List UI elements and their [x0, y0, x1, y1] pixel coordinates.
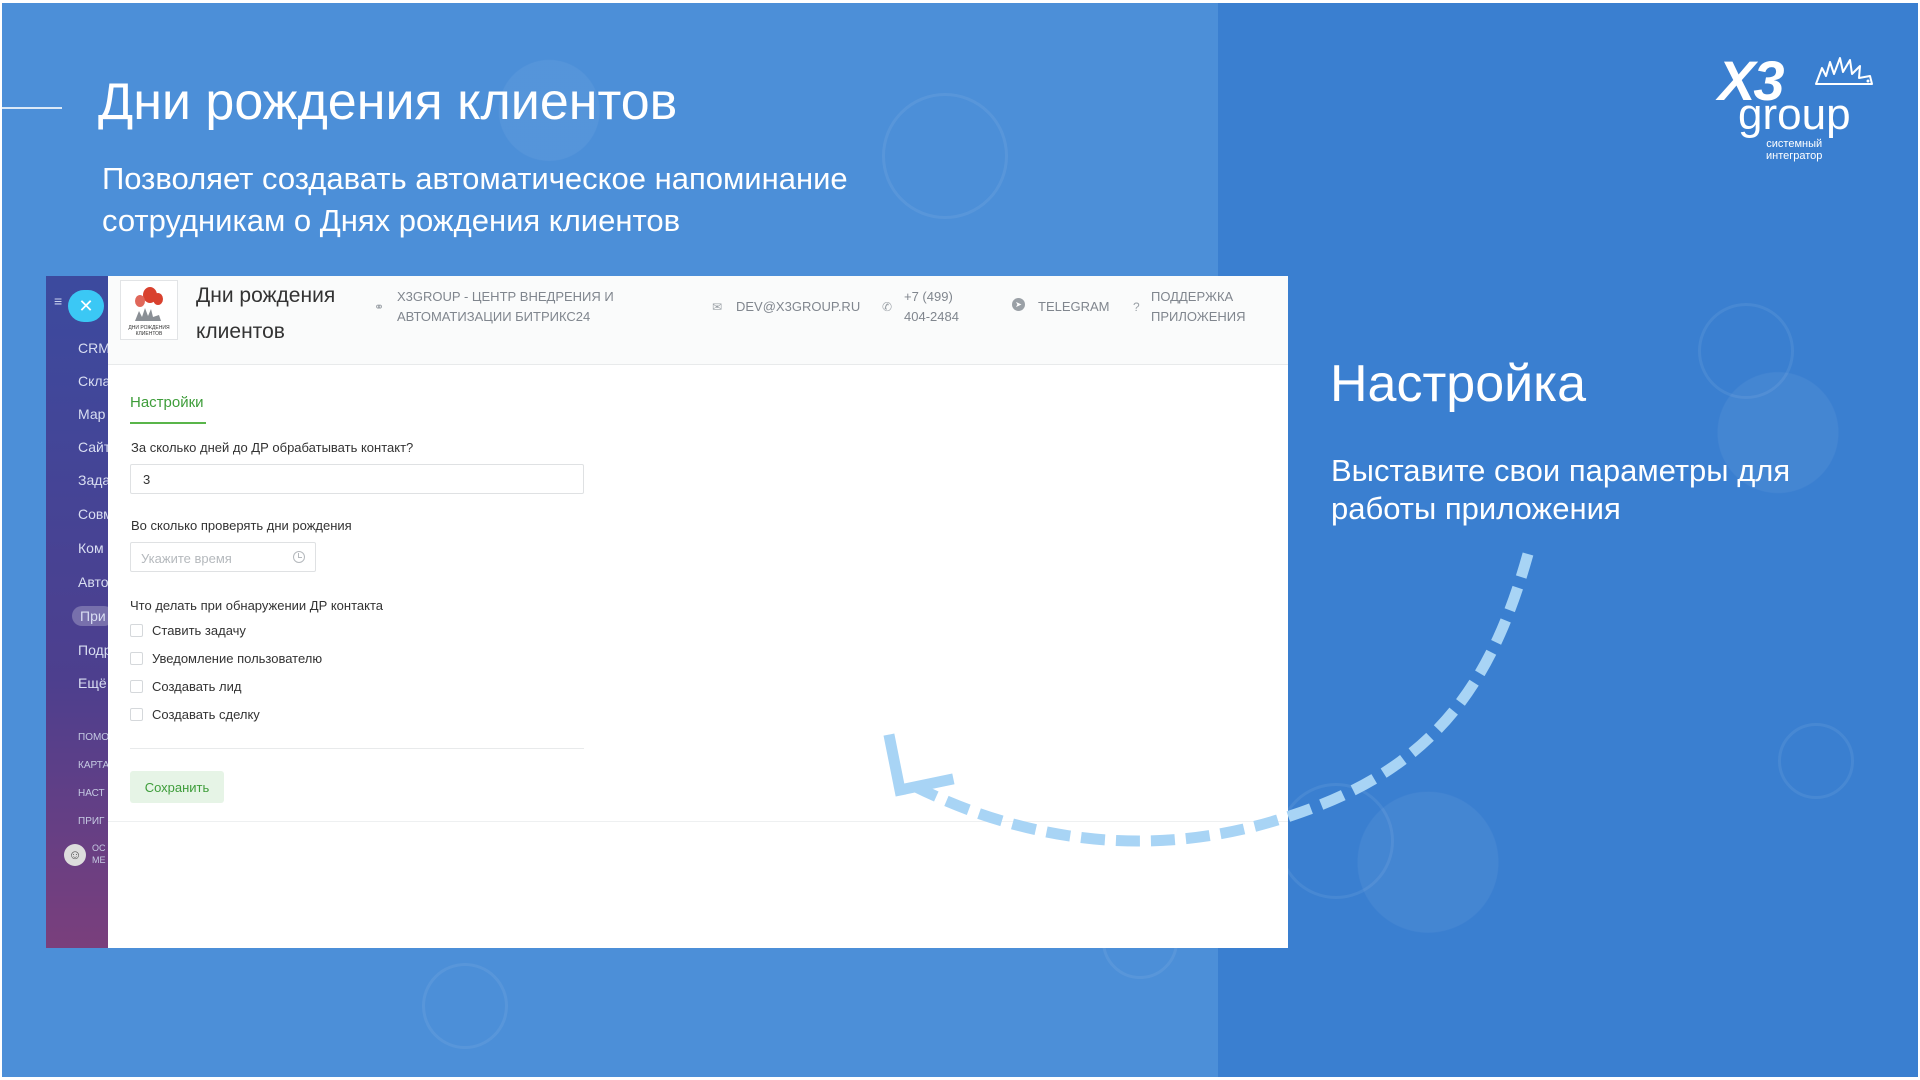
sidebar-item-sites[interactable]: Сайт	[78, 439, 108, 455]
hedgehog-icon	[135, 308, 161, 321]
days-input[interactable]: 3	[130, 464, 584, 494]
sidebar-link-settings[interactable]: НАСТ	[78, 788, 105, 799]
app-name: Дни рождения клиентов	[196, 284, 336, 343]
slide-subtitle: Позволяет создавать автоматическое напом…	[102, 161, 848, 238]
sidebar-item-more[interactable]: Ещё	[78, 675, 107, 691]
sidebar-item-warehouse[interactable]: Скла	[78, 373, 108, 389]
sidebar-item-automation[interactable]: Авто	[78, 574, 108, 590]
days-value: 3	[143, 472, 151, 487]
tab-underline	[130, 422, 206, 424]
logo-wordmark: group	[1738, 90, 1851, 139]
sidebar-user[interactable]: ОС МЕ	[92, 842, 106, 866]
close-icon[interactable]: ✕	[68, 290, 104, 322]
sidebar-item-crm[interactable]: CRM	[78, 340, 108, 356]
logo-caption: системный интегратор	[1766, 138, 1823, 162]
form-divider	[130, 748, 584, 749]
link-icon: ⚭	[374, 300, 385, 314]
sidebar-item-subscription[interactable]: Подр	[78, 642, 108, 658]
checkbox[interactable]	[130, 624, 143, 637]
tab-settings[interactable]: Настройки	[130, 394, 204, 411]
dashed-arrow-icon	[883, 552, 1534, 847]
x3group-logo: X3 group системный интегратор	[1710, 48, 1890, 162]
header-link-email[interactable]: DEV@X3GROUP.RU	[736, 297, 860, 317]
header-link-support[interactable]: ПОДДЕРЖКА ПРИЛОЖЕНИЯ	[1151, 287, 1246, 327]
sidebar-item-collab[interactable]: Совм	[78, 506, 108, 522]
accent-line	[2, 107, 62, 109]
days-label: За сколько дней до ДР обрабатывать конта…	[131, 440, 414, 455]
sidebar-item-apps[interactable]: При	[72, 606, 108, 626]
actions-label: Что делать при обнаружении ДР контакта	[130, 598, 384, 613]
checkbox[interactable]	[130, 708, 143, 721]
checkbox[interactable]	[130, 680, 143, 693]
slide: Дни рождения клиентов Позволяет создават…	[0, 0, 1920, 1080]
sidebar-item-company[interactable]: Ком	[78, 540, 104, 556]
checkbox[interactable]	[130, 652, 143, 665]
avatar[interactable]: ☺	[64, 844, 86, 866]
header-link-telegram[interactable]: TELEGRAM	[1038, 297, 1110, 317]
time-placeholder: Укажите время	[141, 551, 232, 566]
right-title: Настройка	[1330, 355, 1586, 413]
clock-icon	[293, 551, 305, 563]
app-header: ДНИ РОЖДЕНИЯ КЛИЕНТОВ Дни рождения клиен…	[108, 276, 1288, 365]
envelope-icon: ✉	[712, 300, 723, 314]
phone-icon: ✆	[882, 300, 893, 314]
time-label: Во сколько проверять дни рождения	[131, 518, 352, 533]
menu-icon[interactable]: ≡	[54, 294, 68, 308]
sidebar-link-help[interactable]: ПОМО	[78, 732, 108, 743]
hedgehog-icon	[1815, 57, 1873, 85]
sidebar-link-map[interactable]: КАРТА	[78, 760, 108, 771]
sidebar-item-tasks[interactable]: Зада	[78, 472, 108, 488]
time-input[interactable]: Укажите время	[130, 542, 316, 572]
save-button[interactable]: Сохранить	[130, 771, 224, 803]
portal-sidebar: ≡ ✕ CRM Скла Мар Сайт Зада Совм Ком Авто…	[46, 276, 108, 948]
app-logo: ДНИ РОЖДЕНИЯ КЛИЕНТОВ	[120, 280, 178, 340]
sidebar-item-marketing[interactable]: Мар	[78, 406, 105, 422]
telegram-icon: ➤	[1012, 298, 1025, 311]
slide-title: Дни рождения клиентов	[98, 73, 678, 131]
sidebar-link-invite[interactable]: ПРИГ	[78, 816, 104, 827]
question-icon: ?	[1133, 300, 1140, 314]
right-subtitle: Выставите свои параметры для работы прил…	[1331, 453, 1791, 526]
header-link-company[interactable]: X3GROUP - ЦЕНТР ВНЕДРЕНИЯ И АВТОМАТИЗАЦИ…	[397, 287, 614, 327]
header-link-phone[interactable]: +7 (499) 404-2484	[904, 287, 959, 327]
